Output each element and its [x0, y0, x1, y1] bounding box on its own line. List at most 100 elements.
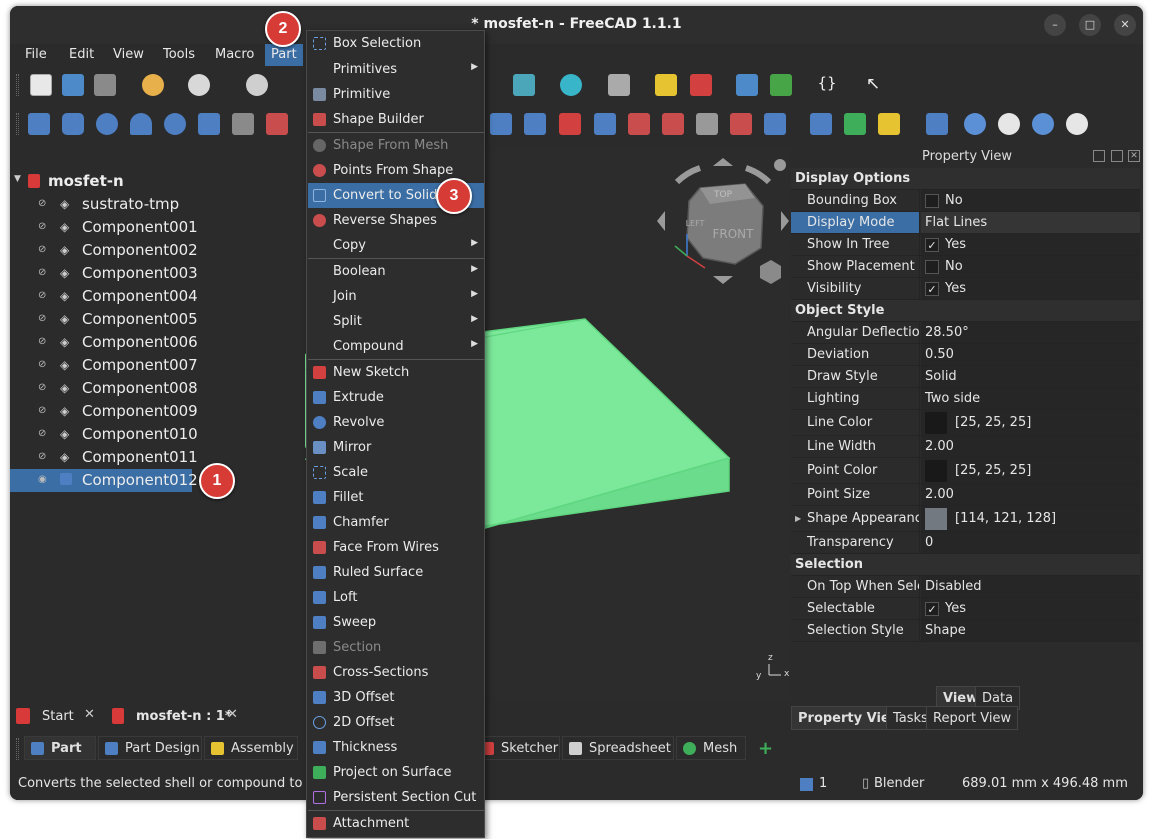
- boolean-icon[interactable]: [964, 113, 986, 135]
- prop-transparency[interactable]: Transparency 0: [791, 532, 1140, 554]
- navigation-style[interactable]: Blender: [874, 776, 924, 791]
- project-icon[interactable]: [844, 113, 866, 135]
- cross-sections-icon[interactable]: [730, 113, 752, 135]
- link-icon[interactable]: [770, 74, 792, 96]
- tube-icon[interactable]: [198, 113, 220, 135]
- navcube-arrow-down-icon[interactable]: [713, 276, 733, 284]
- menu-item-mirror[interactable]: Mirror: [308, 435, 484, 460]
- tree-item[interactable]: ⊘ ◈ Component002: [10, 239, 300, 262]
- menu-item-cross-sections[interactable]: Cross-Sections: [308, 660, 484, 685]
- menu-item-chamfer[interactable]: Chamfer: [308, 510, 484, 535]
- hidden-eye-icon[interactable]: ⊘: [38, 267, 50, 279]
- tree-item-selected[interactable]: ◉ Component012: [10, 469, 198, 492]
- menu-item-section[interactable]: Section: [308, 635, 484, 660]
- visible-eye-icon[interactable]: ◉: [38, 474, 50, 486]
- color-per-face-icon[interactable]: [878, 113, 900, 135]
- menu-item-ruled-surface[interactable]: Ruled Surface: [308, 560, 484, 585]
- new-document-icon[interactable]: [30, 74, 52, 96]
- navcube-rotate-right-icon[interactable]: [744, 165, 772, 185]
- prop-line-color[interactable]: Line Color [25, 25, 25]: [791, 410, 1140, 436]
- measure-icon[interactable]: [608, 74, 630, 96]
- menu-item-2d-offset[interactable]: 2D Offset: [308, 710, 484, 735]
- menu-edit[interactable]: Edit: [69, 47, 94, 62]
- menu-item-scale[interactable]: Scale: [308, 460, 484, 485]
- group-object-style[interactable]: Object Style: [791, 300, 1140, 322]
- axis-cross-icon[interactable]: [690, 74, 712, 96]
- panel-close-icon[interactable]: ✕: [1128, 150, 1140, 162]
- hidden-eye-icon[interactable]: ⊘: [38, 221, 50, 233]
- menu-item-loft[interactable]: Loft: [308, 585, 484, 610]
- revolve-icon[interactable]: [524, 113, 546, 135]
- refresh-icon[interactable]: [246, 74, 268, 96]
- expand-arrow-icon[interactable]: ▼: [14, 174, 21, 184]
- tab-start[interactable]: Start: [42, 709, 74, 724]
- navcube-arrow-left-icon[interactable]: [657, 211, 665, 231]
- tree-item[interactable]: ⊘ ◈ Component008: [10, 377, 300, 400]
- navcube-rotate-left-icon[interactable]: [674, 165, 702, 185]
- mirror-icon[interactable]: [559, 113, 581, 135]
- workbench-spreadsheet[interactable]: Spreadsheet: [562, 736, 674, 760]
- workbench-part[interactable]: Part: [24, 736, 96, 760]
- hidden-eye-icon[interactable]: ⊘: [38, 428, 50, 440]
- menu-item-face-from-wires[interactable]: Face From Wires: [308, 535, 484, 560]
- prop-lighting[interactable]: Lighting Two side: [791, 388, 1140, 410]
- prop-selection-style[interactable]: Selection Style Shape: [791, 620, 1140, 642]
- tree-item[interactable]: ⊘ ◈ Component010: [10, 423, 300, 446]
- navcube-small-cube-icon[interactable]: [760, 260, 781, 284]
- menu-item-primitive[interactable]: Primitive: [308, 82, 484, 107]
- group-display-options[interactable]: Display Options: [791, 168, 1140, 190]
- panel-float-icon[interactable]: [1093, 150, 1105, 162]
- menu-item-sweep[interactable]: Sweep: [308, 610, 484, 635]
- undo-icon[interactable]: [142, 74, 164, 96]
- toolbar-grip[interactable]: [16, 74, 19, 96]
- offset-icon[interactable]: [764, 113, 786, 135]
- menu-macro[interactable]: Macro: [215, 47, 254, 62]
- workbench-sketcher[interactable]: Sketcher: [474, 736, 560, 760]
- macro-braces-icon[interactable]: {}: [816, 74, 838, 96]
- hidden-eye-icon[interactable]: ⊘: [38, 382, 50, 394]
- expand-arrow-icon[interactable]: ▶: [795, 506, 801, 531]
- hidden-eye-icon[interactable]: ⊘: [38, 336, 50, 348]
- menu-item-fillet[interactable]: Fillet: [308, 485, 484, 510]
- unchecked-box-icon[interactable]: [925, 259, 939, 274]
- menu-item-join[interactable]: Join ▶: [308, 284, 484, 309]
- close-button[interactable]: ✕: [1114, 14, 1136, 36]
- menu-view[interactable]: View: [113, 47, 144, 62]
- navcube-arrow-up-icon[interactable]: [713, 158, 733, 166]
- prop-visibility[interactable]: Visibility ✓ Yes: [791, 278, 1140, 300]
- prop-selectable[interactable]: Selectable ✓ Yes: [791, 598, 1140, 620]
- zoom-icon[interactable]: [560, 74, 582, 96]
- cylinder-icon[interactable]: [62, 113, 84, 135]
- cut-icon[interactable]: [998, 113, 1020, 135]
- add-workbench-icon[interactable]: +: [758, 738, 773, 759]
- cone-icon[interactable]: [130, 113, 152, 135]
- sphere-icon[interactable]: [96, 113, 118, 135]
- checked-box-icon[interactable]: ✓: [925, 601, 939, 616]
- menu-item-copy[interactable]: Copy ▶: [308, 233, 484, 258]
- hidden-eye-icon[interactable]: ⊘: [38, 290, 50, 302]
- tree-item[interactable]: ⊘ ◈ Component005: [10, 308, 300, 331]
- group-selection[interactable]: Selection: [791, 554, 1140, 576]
- prop-display-mode[interactable]: Display Mode Flat Lines: [791, 212, 1140, 234]
- tab-report-view[interactable]: Report View: [926, 706, 1019, 730]
- menu-item-thickness[interactable]: Thickness: [308, 735, 484, 760]
- menu-item-revolve[interactable]: Revolve: [308, 410, 484, 435]
- menu-item-primitives[interactable]: Primitives ▶: [308, 57, 484, 82]
- prop-angular-deflection[interactable]: Angular Deflection 28.50°: [791, 322, 1140, 344]
- workbench-mesh[interactable]: Mesh: [676, 736, 746, 760]
- tree-item[interactable]: ⊘ ◈ Component004: [10, 285, 300, 308]
- prop-point-size[interactable]: Point Size 2.00: [791, 484, 1140, 506]
- hidden-eye-icon[interactable]: ⊘: [38, 244, 50, 256]
- hidden-eye-icon[interactable]: ⊘: [38, 313, 50, 325]
- hidden-eye-icon[interactable]: ⊘: [38, 405, 50, 417]
- cube-icon[interactable]: [28, 113, 50, 135]
- color-swatch[interactable]: [925, 507, 947, 530]
- menu-item-attachment[interactable]: Attachment: [308, 811, 484, 836]
- save-icon[interactable]: [94, 74, 116, 96]
- workbench-part-design[interactable]: Part Design: [98, 736, 202, 760]
- hidden-eye-icon[interactable]: ⊘: [38, 451, 50, 463]
- compound-icon[interactable]: [926, 113, 948, 135]
- tree-item[interactable]: ⊘ ◈ Component009: [10, 400, 300, 423]
- prop-shape-appearance[interactable]: ▶ Shape Appearance [114, 121, 128]: [791, 506, 1140, 532]
- tab-close-icon[interactable]: ✕: [84, 707, 95, 722]
